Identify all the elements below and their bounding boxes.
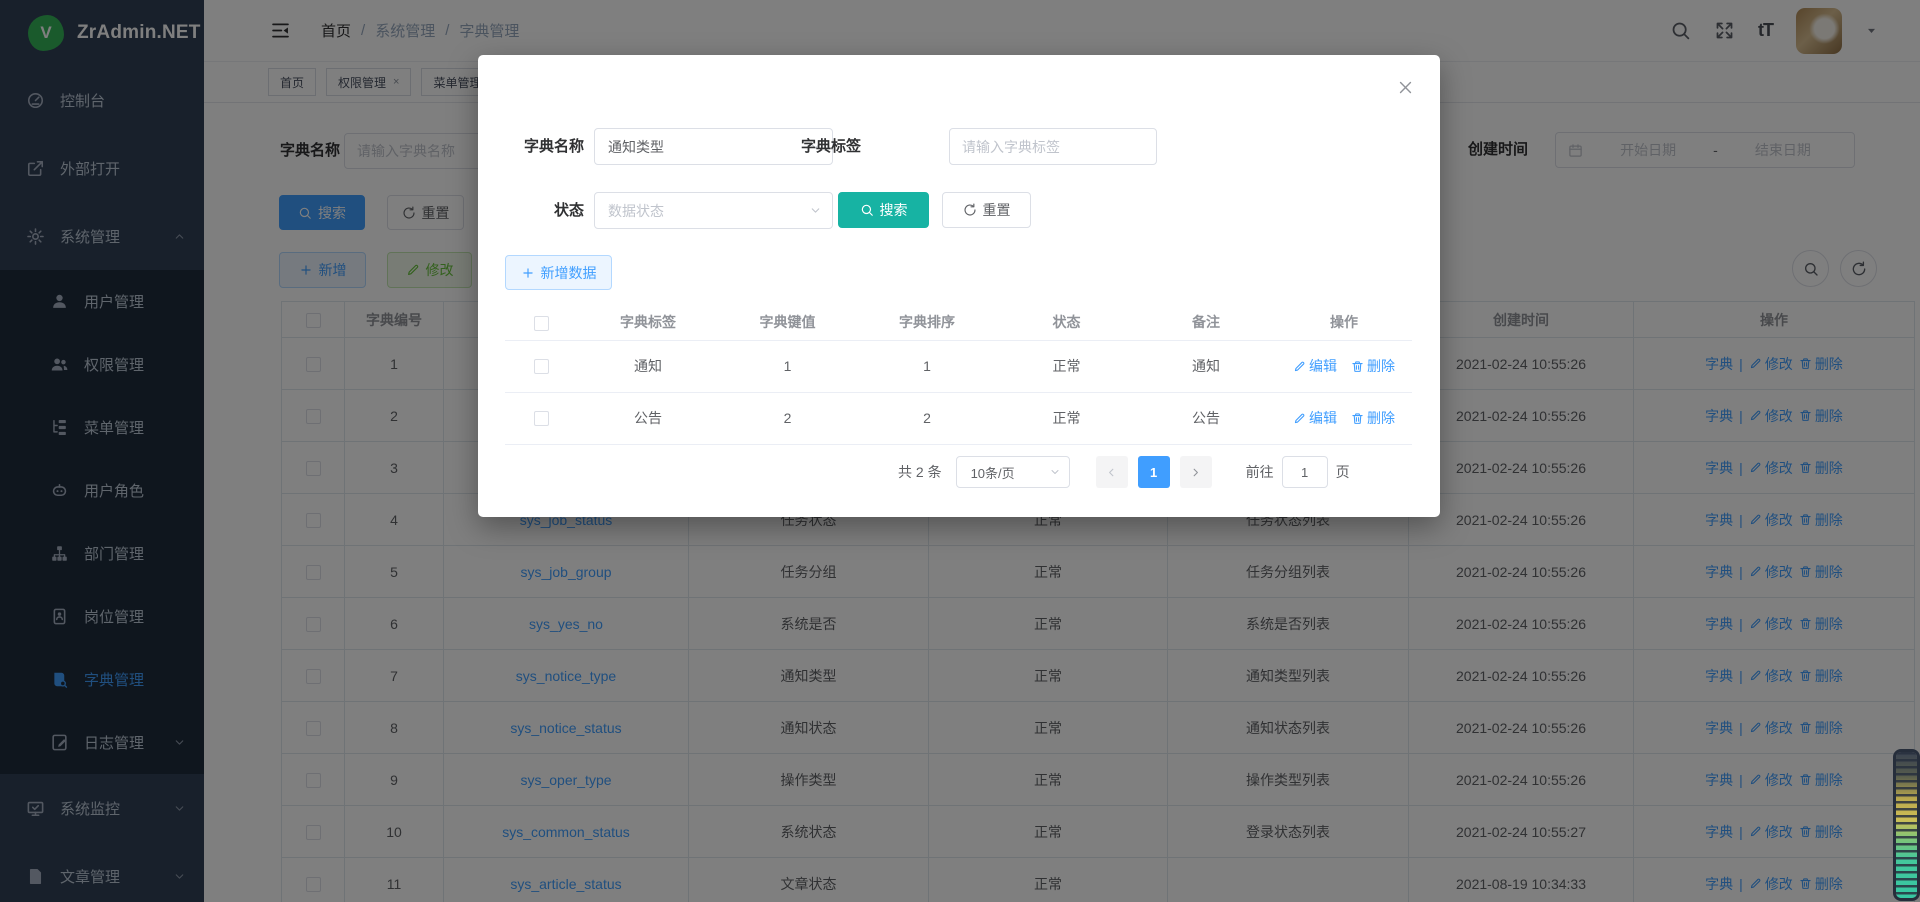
header-checkbox-cell — [505, 305, 578, 340]
row-edit-link[interactable]: 编辑 — [1293, 356, 1337, 376]
row-edit-link[interactable]: 编辑 — [1293, 408, 1337, 428]
modal-status-select[interactable]: 数据状态 — [594, 192, 833, 229]
row-checkbox[interactable] — [534, 316, 549, 331]
goto-label: 前往 — [1246, 462, 1274, 482]
row-delete-link-label: 删除 — [1367, 408, 1395, 428]
row-actions: 编辑 删除 — [1293, 408, 1395, 428]
chevron-right-icon — [1189, 466, 1202, 479]
row-checkbox[interactable] — [534, 359, 549, 374]
search-icon — [860, 203, 874, 217]
actions-cell: 编辑 删除 — [1276, 392, 1412, 444]
dict-data-dialog: 字典名称 通知类型 字典标签 状态 数据状态 搜索 重置 新增数据 — [478, 55, 1440, 517]
checkbox-cell — [505, 392, 578, 444]
column-header: 字典标签 — [578, 305, 718, 340]
page-number-button[interactable]: 1 — [1138, 456, 1170, 488]
screen: V ZrAdmin.NET 控制台外部打开系统管理用户管理权限管理菜单管理用户角… — [0, 0, 1920, 902]
remark-cell: 通知 — [1136, 340, 1276, 392]
pencil-icon — [1293, 412, 1306, 425]
actions-cell: 编辑 删除 — [1276, 340, 1412, 392]
modal-status-label: 状态 — [504, 192, 584, 229]
column-header: 备注 — [1136, 305, 1276, 340]
page-unit-label: 页 — [1336, 462, 1350, 482]
status-cell: 正常 — [997, 340, 1136, 392]
plus-icon — [521, 266, 535, 280]
page-size-value: 10条/页 — [971, 463, 1049, 482]
modal-dict-name-value: 通知类型 — [608, 137, 809, 157]
scrollbar-minimap[interactable] — [1896, 752, 1917, 898]
status-cell: 正常 — [997, 392, 1136, 444]
goto-page-input[interactable] — [1282, 456, 1328, 488]
row-edit-link-label: 编辑 — [1309, 356, 1337, 376]
prev-page-button[interactable] — [1096, 456, 1128, 488]
next-page-button[interactable] — [1180, 456, 1212, 488]
trash-icon — [1351, 360, 1364, 373]
chevron-left-icon — [1105, 466, 1118, 479]
modal-search-button-label: 搜索 — [880, 200, 908, 220]
remark-cell: 公告 — [1136, 392, 1276, 444]
modal-dict-name-label: 字典名称 — [504, 128, 584, 165]
modal-reset-button[interactable]: 重置 — [942, 192, 1031, 228]
row-delete-link-label: 删除 — [1367, 356, 1395, 376]
chevron-down-icon — [1049, 466, 1061, 478]
chevron-down-icon — [809, 204, 822, 217]
pagination-total: 共 2 条 — [898, 462, 942, 482]
trash-icon — [1351, 412, 1364, 425]
dict-sort-cell: 1 — [857, 340, 997, 392]
modal-add-data-button[interactable]: 新增数据 — [505, 255, 612, 290]
dict-value-cell: 2 — [718, 392, 857, 444]
modal-table-row: 通知11正常通知编辑删除 — [505, 340, 1412, 392]
modal-reset-button-label: 重置 — [983, 200, 1011, 220]
modal-table-row: 公告22正常公告编辑删除 — [505, 392, 1412, 444]
modal-pagination: 共 2 条 10条/页 1 前往 页 — [898, 455, 1350, 489]
modal-table-header-row: 字典标签字典键值字典排序状态备注操作 — [505, 305, 1412, 340]
row-delete-link[interactable]: 删除 — [1351, 408, 1395, 428]
column-header: 状态 — [997, 305, 1136, 340]
close-icon[interactable] — [1397, 79, 1414, 96]
checkbox-cell — [505, 340, 578, 392]
refresh-icon — [963, 203, 977, 217]
row-actions: 编辑 删除 — [1293, 356, 1395, 376]
row-delete-link[interactable]: 删除 — [1351, 356, 1395, 376]
column-header: 操作 — [1276, 305, 1412, 340]
dict-label-cell: 公告 — [578, 392, 718, 444]
modal-status-placeholder: 数据状态 — [608, 201, 809, 221]
row-edit-link-label: 编辑 — [1309, 408, 1337, 428]
modal-dict-label-input[interactable] — [949, 128, 1157, 165]
pencil-icon — [1293, 360, 1306, 373]
modal-dict-data-table: 字典标签字典键值字典排序状态备注操作 通知11正常通知编辑删除公告22正常公告编… — [505, 305, 1412, 445]
modal-dict-label-label: 字典标签 — [781, 128, 861, 165]
row-checkbox[interactable] — [534, 411, 549, 426]
dict-sort-cell: 2 — [857, 392, 997, 444]
column-header: 字典排序 — [857, 305, 997, 340]
column-header: 字典键值 — [718, 305, 857, 340]
dict-value-cell: 1 — [718, 340, 857, 392]
modal-search-button[interactable]: 搜索 — [838, 192, 929, 228]
modal-add-data-button-label: 新增数据 — [541, 263, 597, 283]
page-size-select[interactable]: 10条/页 — [956, 456, 1070, 488]
dict-label-cell: 通知 — [578, 340, 718, 392]
